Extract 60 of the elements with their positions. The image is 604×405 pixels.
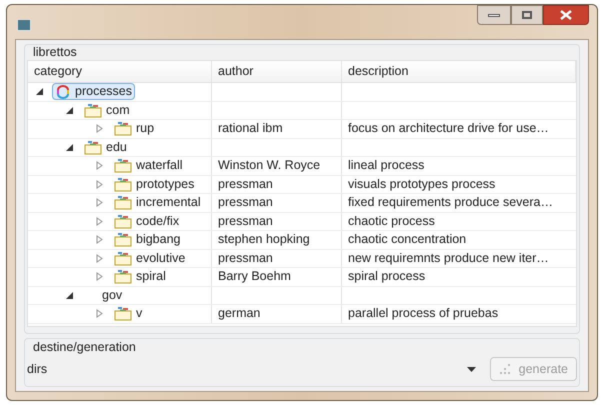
tree-item[interactable]: com bbox=[82, 102, 132, 119]
table-cell-text: visuals prototypes process bbox=[347, 176, 496, 193]
tree-item[interactable]: prototypes bbox=[112, 176, 196, 193]
group-title: destine/generation bbox=[33, 339, 137, 355]
expanded-arrow-icon[interactable] bbox=[66, 292, 76, 299]
table-cell: Winston W. Royce bbox=[212, 157, 342, 174]
expanded-arrow-icon[interactable] bbox=[66, 144, 76, 151]
folder-icon bbox=[114, 214, 132, 229]
folder-icon bbox=[114, 121, 132, 136]
table-cell-text: fixed requirements produce severa… bbox=[347, 194, 554, 212]
column-header[interactable]: description bbox=[342, 61, 576, 82]
tree-item[interactable]: gov bbox=[100, 286, 124, 304]
table-cell: pressman bbox=[212, 250, 342, 267]
folder-icon bbox=[114, 158, 132, 174]
table-cell-text: parallel process of pruebas bbox=[347, 305, 500, 322]
column-header[interactable]: category bbox=[28, 61, 212, 82]
minimize-button[interactable] bbox=[477, 5, 511, 25]
expanded-arrow-icon[interactable] bbox=[36, 88, 46, 96]
table-cell-text: spiral process bbox=[347, 268, 426, 286]
folder-icon bbox=[114, 306, 132, 322]
tree-item[interactable]: bigbang bbox=[112, 231, 182, 248]
tree-item[interactable]: evolutive bbox=[112, 250, 188, 267]
table-cell: pressman bbox=[212, 194, 342, 212]
table-cell: Barry Boehm bbox=[212, 268, 342, 286]
table-cell: stephen hopking bbox=[212, 231, 342, 248]
folder-icon bbox=[114, 176, 132, 192]
tree-item[interactable]: edu bbox=[82, 138, 129, 156]
tree-item[interactable]: rup bbox=[112, 120, 156, 138]
dropdown-caret-icon[interactable] bbox=[466, 366, 476, 372]
folder-icon bbox=[114, 250, 132, 266]
tree-item[interactable]: code/fix bbox=[112, 212, 182, 230]
table-cell-text: new requiremnts produce new iter… bbox=[347, 250, 550, 267]
column-header[interactable]: author bbox=[212, 61, 342, 82]
tree-item[interactable]: spiral bbox=[112, 268, 168, 286]
folder-icon bbox=[114, 195, 132, 210]
table-cell-text: focus on architecture drive for use… bbox=[347, 120, 550, 138]
folder-icon bbox=[114, 269, 132, 284]
expanded-arrow-icon[interactable] bbox=[66, 106, 76, 114]
cycle-icon bbox=[55, 84, 71, 99]
app-icon bbox=[17, 19, 31, 31]
group-title: librettos bbox=[33, 44, 78, 60]
destination-combo[interactable]: dirs bbox=[27, 360, 480, 378]
tree-item[interactable]: waterfall bbox=[112, 157, 185, 174]
close-icon bbox=[560, 10, 572, 20]
table-cell: pressman bbox=[212, 176, 342, 193]
tree-item[interactable]: processes bbox=[52, 83, 135, 100]
table-cell-text: lineal process bbox=[347, 157, 426, 174]
maximize-button[interactable] bbox=[511, 5, 543, 25]
table-cell-text: chaotic concentration bbox=[347, 231, 468, 248]
folder-icon bbox=[84, 102, 102, 118]
table-cell: german bbox=[212, 305, 342, 322]
folder-icon bbox=[114, 232, 132, 248]
folder-icon bbox=[84, 140, 102, 155]
tree-item[interactable]: v bbox=[112, 305, 144, 322]
dots-icon bbox=[498, 363, 513, 375]
tree-item[interactable]: incremental bbox=[112, 194, 203, 212]
table-cell-text: chaotic process bbox=[347, 212, 436, 230]
table-cell: pressman bbox=[212, 212, 342, 230]
close-button[interactable] bbox=[543, 5, 589, 25]
table-cell: rational ibm bbox=[212, 120, 342, 138]
